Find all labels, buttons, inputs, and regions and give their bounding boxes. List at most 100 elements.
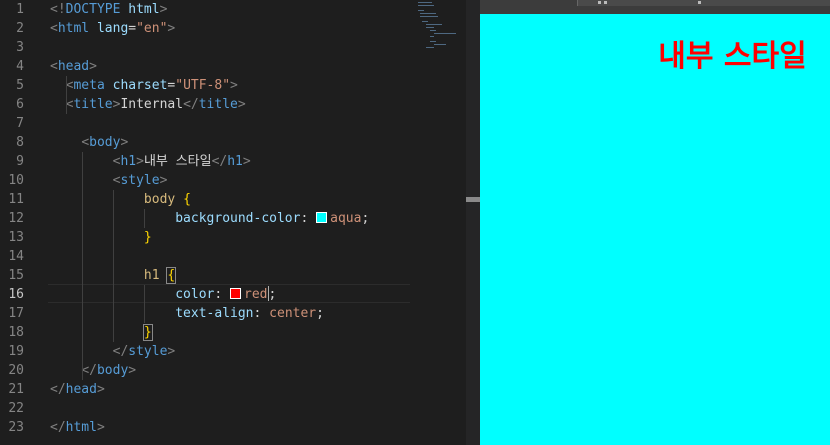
line-number: 23 [8,420,24,435]
code-token: h1 [227,154,243,169]
code-token: > [120,135,129,150]
code-token: > [242,154,251,169]
code-token: > [237,97,246,112]
code-token: color [175,287,215,302]
code-token: "en" [136,21,168,36]
code-line[interactable]: text-align: center; [50,304,324,323]
code-token: </ [211,154,228,169]
code-line[interactable]: <meta charset="UTF-8"> [50,76,238,95]
code-token: > [96,382,105,397]
code-token: < [50,21,58,36]
code-token: meta [73,78,113,93]
code-token: = [128,21,137,36]
line-number: 17 [8,306,24,321]
code-token: body [143,192,184,207]
code-line[interactable]: color: red; [50,285,276,304]
code-token: head [57,59,90,74]
code-token: > [96,420,105,435]
code-token: red [244,287,268,302]
code-token: style [120,173,160,188]
code-token: 내부 스타일 [143,154,212,169]
color-swatch-icon[interactable] [316,212,328,223]
line-number: 7 [16,116,24,131]
code-line[interactable]: } [50,228,152,247]
code-token: > [89,59,97,74]
code-token: > [136,154,144,169]
code-token: </ [183,97,199,112]
line-number: 9 [16,154,24,169]
code-token: > [159,173,168,188]
preview-tab[interactable] [577,0,830,6]
line-number: 6 [16,97,24,112]
code-token: body [96,363,129,378]
color-swatch-icon[interactable] [230,288,242,299]
code-token: : [300,211,317,226]
line-number: 10 [8,173,24,188]
preview-toolbar [480,0,830,14]
line-number: 16 [8,287,24,302]
line-number: 13 [8,230,24,245]
line-number: 22 [8,401,24,416]
code-line[interactable]: <html lang="en"> [50,19,175,38]
code-token: h1 [120,154,137,169]
line-number: 11 [8,192,24,207]
code-area[interactable]: <!DOCTYPE html> <html lang="en"> <head> <m… [50,0,450,445]
code-line[interactable]: body { [50,190,191,209]
code-token: > [167,21,176,36]
code-line[interactable]: </head> [50,380,105,399]
code-token: lang [96,21,129,36]
code-token: : [214,287,231,302]
code-token: < [50,59,58,74]
code-token: > [167,344,176,359]
code-token: background-color [175,211,301,226]
splitter-grip[interactable] [466,197,480,202]
code-line[interactable]: } [50,323,153,342]
code-line[interactable]: <style> [50,171,168,190]
line-number-gutter: 1 2 3 4 5 6 7 8 9 10 11 12 13 14 15 16 17 18 19 20 21 22 23 [0,0,40,445]
code-editor[interactable]: 1 2 3 4 5 6 7 8 9 10 11 12 13 14 15 16 17 18 19 20 21 22 23 <!… [0,0,466,445]
code-line[interactable]: <body> [50,133,128,152]
code-token: : [253,306,270,321]
preview-heading: 내부 스타일 [658,39,807,74]
code-token: style [128,344,168,359]
code-token: center [269,306,317,321]
code-line[interactable]: </style> [50,342,176,361]
code-token: ; [361,211,370,226]
code-line[interactable]: </body> [50,361,136,380]
code-token: </ [112,344,129,359]
line-number: 1 [16,2,24,17]
line-number: 15 [8,268,24,283]
line-number: 3 [16,40,24,55]
code-token: { [183,192,191,207]
code-line[interactable]: background-color: aqua; [50,209,369,228]
indent-guide [113,190,114,342]
code-token: DOCTYPE [65,2,129,17]
code-token: } [143,230,152,245]
pane-splitter[interactable] [466,0,480,445]
code-token: title [73,97,113,112]
line-number: 18 [8,325,24,340]
code-token: text-align [175,306,254,321]
line-number: 21 [8,382,24,397]
code-line[interactable]: </html> [50,418,105,437]
code-token: "UTF-8" [175,78,231,93]
code-token: html [57,21,97,36]
code-line[interactable]: <title>Internal</title> [50,95,246,114]
code-token: html [65,420,97,435]
code-token: ; [316,306,324,321]
line-number: 2 [16,21,24,36]
line-number: 5 [16,78,24,93]
indent-guide [66,76,67,114]
code-line[interactable]: <h1>내부 스타일</h1> [50,152,251,171]
code-line[interactable]: <head> [50,57,97,76]
minimap[interactable] [418,0,458,50]
code-token: < [81,135,90,150]
code-token: Internal [120,97,184,112]
code-line[interactable]: <!DOCTYPE html> [50,0,167,19]
code-token: body [89,135,121,150]
